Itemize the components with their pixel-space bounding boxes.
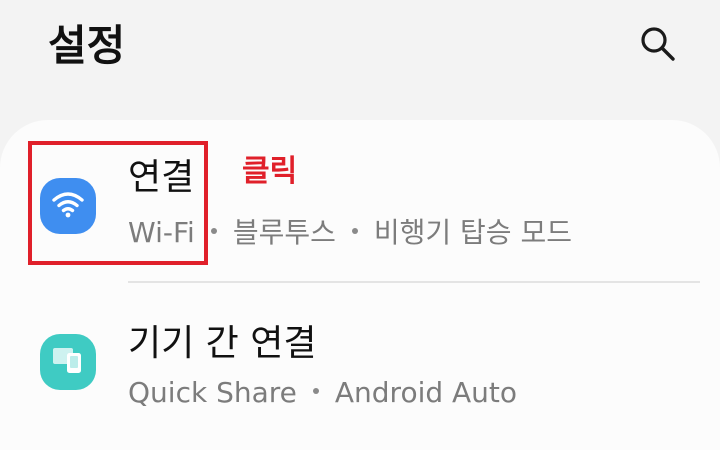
subtitle-airplane-mode: 비행기 탑승 모드 xyxy=(373,216,572,249)
subtitle-bluetooth: 블루투스 xyxy=(232,216,336,249)
page-title: 설정 xyxy=(48,21,126,70)
separator-dot xyxy=(210,228,217,234)
separator-dot xyxy=(312,388,319,394)
subtitle-quick-share: Quick Share xyxy=(128,376,297,409)
separator-dot xyxy=(351,228,358,234)
divider xyxy=(128,281,700,283)
search-button[interactable] xyxy=(634,22,682,70)
connected-devices-title: 기기 간 연결 xyxy=(128,323,317,364)
search-icon xyxy=(639,25,677,67)
devices-icon xyxy=(51,345,85,379)
subtitle-android-auto: Android Auto xyxy=(334,376,518,409)
settings-item-connected-devices[interactable]: 기기 간 연결 Quick Share Android Auto xyxy=(0,300,720,425)
connected-devices-icon-tile xyxy=(40,334,96,390)
connected-devices-subtitle: Quick Share Android Auto xyxy=(128,375,517,411)
click-annotation-label: 클릭 xyxy=(242,154,298,189)
click-highlight-box xyxy=(28,141,208,265)
